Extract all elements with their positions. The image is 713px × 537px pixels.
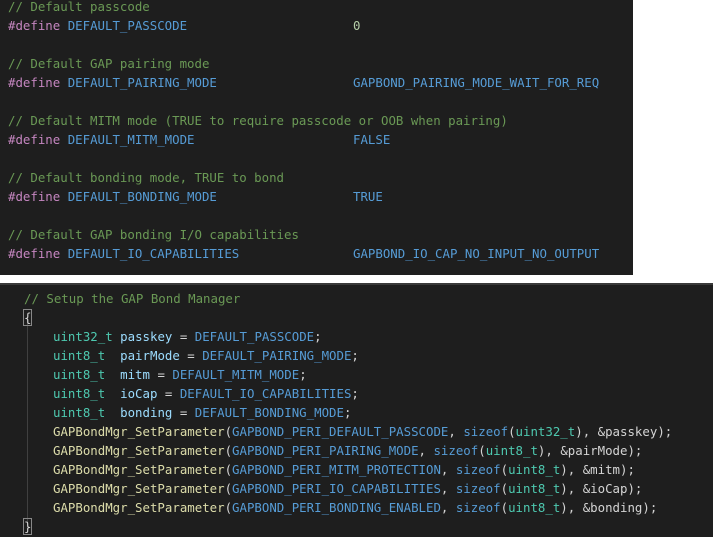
close-brace: } — [22, 518, 33, 535]
define-comment: // Default GAP bonding I/O capabilities — [8, 227, 299, 242]
define-line: #define DEFAULT_PAIRING_MODE — [8, 75, 217, 90]
define-value: FALSE — [353, 132, 391, 147]
call-line: GAPBondMgr_SetParameter(GAPBOND_PERI_MIT… — [53, 462, 635, 477]
define-line: #define DEFAULT_MITM_MODE — [8, 132, 195, 147]
define-value: GAPBOND_PAIRING_MODE_WAIT_FOR_REQ — [353, 75, 600, 90]
setup-code-panel[interactable]: // Setup the GAP Bond Manager { uint32_t… — [0, 283, 713, 537]
open-brace: { — [22, 309, 33, 326]
call-line: GAPBondMgr_SetParameter(GAPBOND_PERI_DEF… — [53, 424, 673, 439]
define-value: GAPBOND_IO_CAP_NO_INPUT_NO_OUTPUT — [353, 246, 600, 261]
declaration-line: uint8_t pairMode = DEFAULT_PAIRING_MODE; — [53, 348, 359, 363]
setup-comment: // Setup the GAP Bond Manager — [24, 291, 241, 306]
declaration-line: uint8_t mitm = DEFAULT_MITM_MODE; — [53, 367, 307, 382]
define-value: TRUE — [353, 189, 383, 204]
call-line: GAPBondMgr_SetParameter(GAPBOND_PERI_IO_… — [53, 481, 643, 496]
call-line: GAPBondMgr_SetParameter(GAPBOND_PERI_BON… — [53, 500, 658, 515]
define-comment: // Default GAP pairing mode — [8, 56, 210, 71]
define-line: #define DEFAULT_BONDING_MODE — [8, 189, 217, 204]
call-line: GAPBondMgr_SetParameter(GAPBOND_PERI_PAI… — [53, 443, 643, 458]
define-line: #define DEFAULT_PASSCODE — [8, 18, 188, 33]
declaration-line: uint8_t bonding = DEFAULT_BONDING_MODE; — [53, 405, 352, 420]
declaration-line: uint32_t passkey = DEFAULT_PASSCODE; — [53, 329, 322, 344]
define-comment: // Default MITM mode (TRUE to require pa… — [8, 113, 508, 128]
define-comment: // Default bonding mode, TRUE to bond — [8, 170, 285, 185]
define-comment: // Default passcode — [8, 0, 150, 14]
define-line: #define DEFAULT_IO_CAPABILITIES — [8, 246, 240, 261]
define-value: 0 — [353, 18, 361, 33]
declaration-line: uint8_t ioCap = DEFAULT_IO_CAPABILITIES; — [53, 386, 359, 401]
define-code-panel[interactable]: // Default passcode #define DEFAULT_PASS… — [0, 0, 633, 275]
indent-guide — [27, 318, 28, 530]
